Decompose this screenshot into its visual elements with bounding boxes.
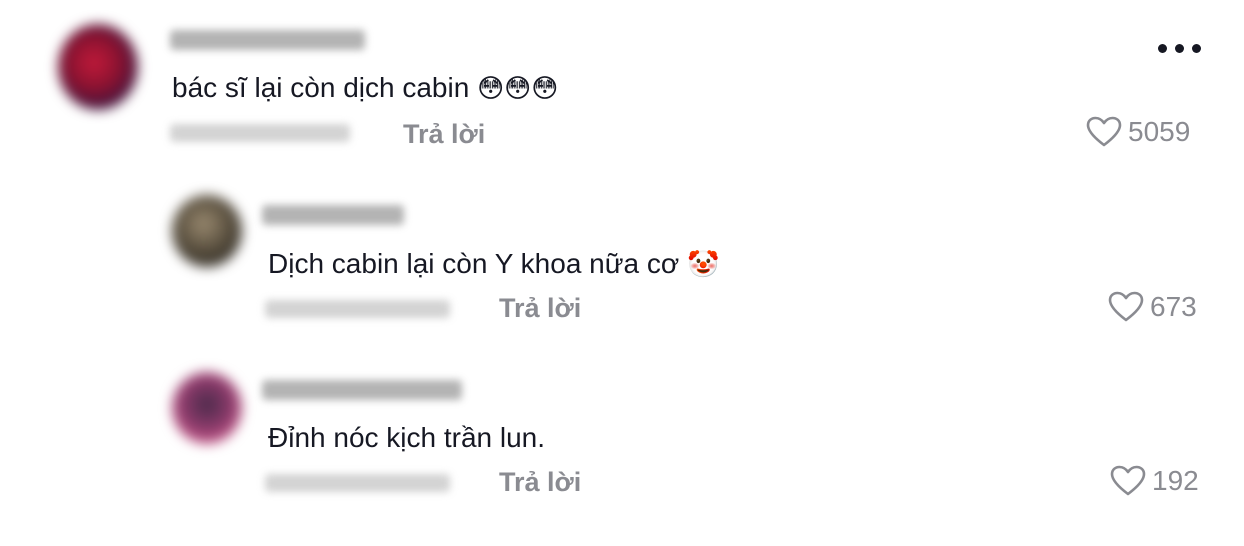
like-count: 192 (1152, 465, 1199, 496)
timestamp-blurred (170, 124, 350, 142)
heart-outline-icon (1086, 116, 1122, 147)
dot (1158, 43, 1167, 53)
timestamp-blurred (265, 474, 450, 492)
comment-text: Dịch cabin lại còn Y khoa nữa cơ 🤡 (268, 248, 720, 280)
avatar[interactable] (172, 195, 242, 267)
dot (1192, 43, 1201, 53)
comment-text: Đỉnh nóc kịch trần lun. (268, 422, 546, 453)
reply-button[interactable]: Trả lời (499, 467, 581, 498)
like-button[interactable]: 192 (1110, 465, 1199, 497)
like-count: 673 (1150, 291, 1197, 322)
like-button[interactable]: 5059 (1086, 116, 1190, 148)
timestamp-blurred (265, 300, 450, 318)
like-count: 5059 (1128, 116, 1191, 147)
avatar[interactable] (58, 24, 138, 110)
username-blurred[interactable] (262, 380, 462, 400)
more-options-button[interactable] (1158, 38, 1204, 58)
username-blurred[interactable] (170, 30, 365, 50)
clown-face-emoji: 🤡 (686, 250, 720, 280)
flushed-face-emoji: 😳😳😳 (477, 74, 559, 104)
dot (1175, 43, 1184, 53)
avatar[interactable] (172, 372, 242, 444)
heart-outline-icon (1108, 291, 1144, 322)
heart-outline-icon (1110, 465, 1146, 496)
comment-text: bác sĩ lại còn dịch cabin 😳😳😳 (172, 72, 559, 104)
username-blurred[interactable] (262, 205, 404, 225)
reply-button[interactable]: Trả lời (499, 293, 581, 324)
reply-button[interactable]: Trả lời (403, 119, 485, 150)
like-button[interactable]: 673 (1108, 291, 1197, 323)
